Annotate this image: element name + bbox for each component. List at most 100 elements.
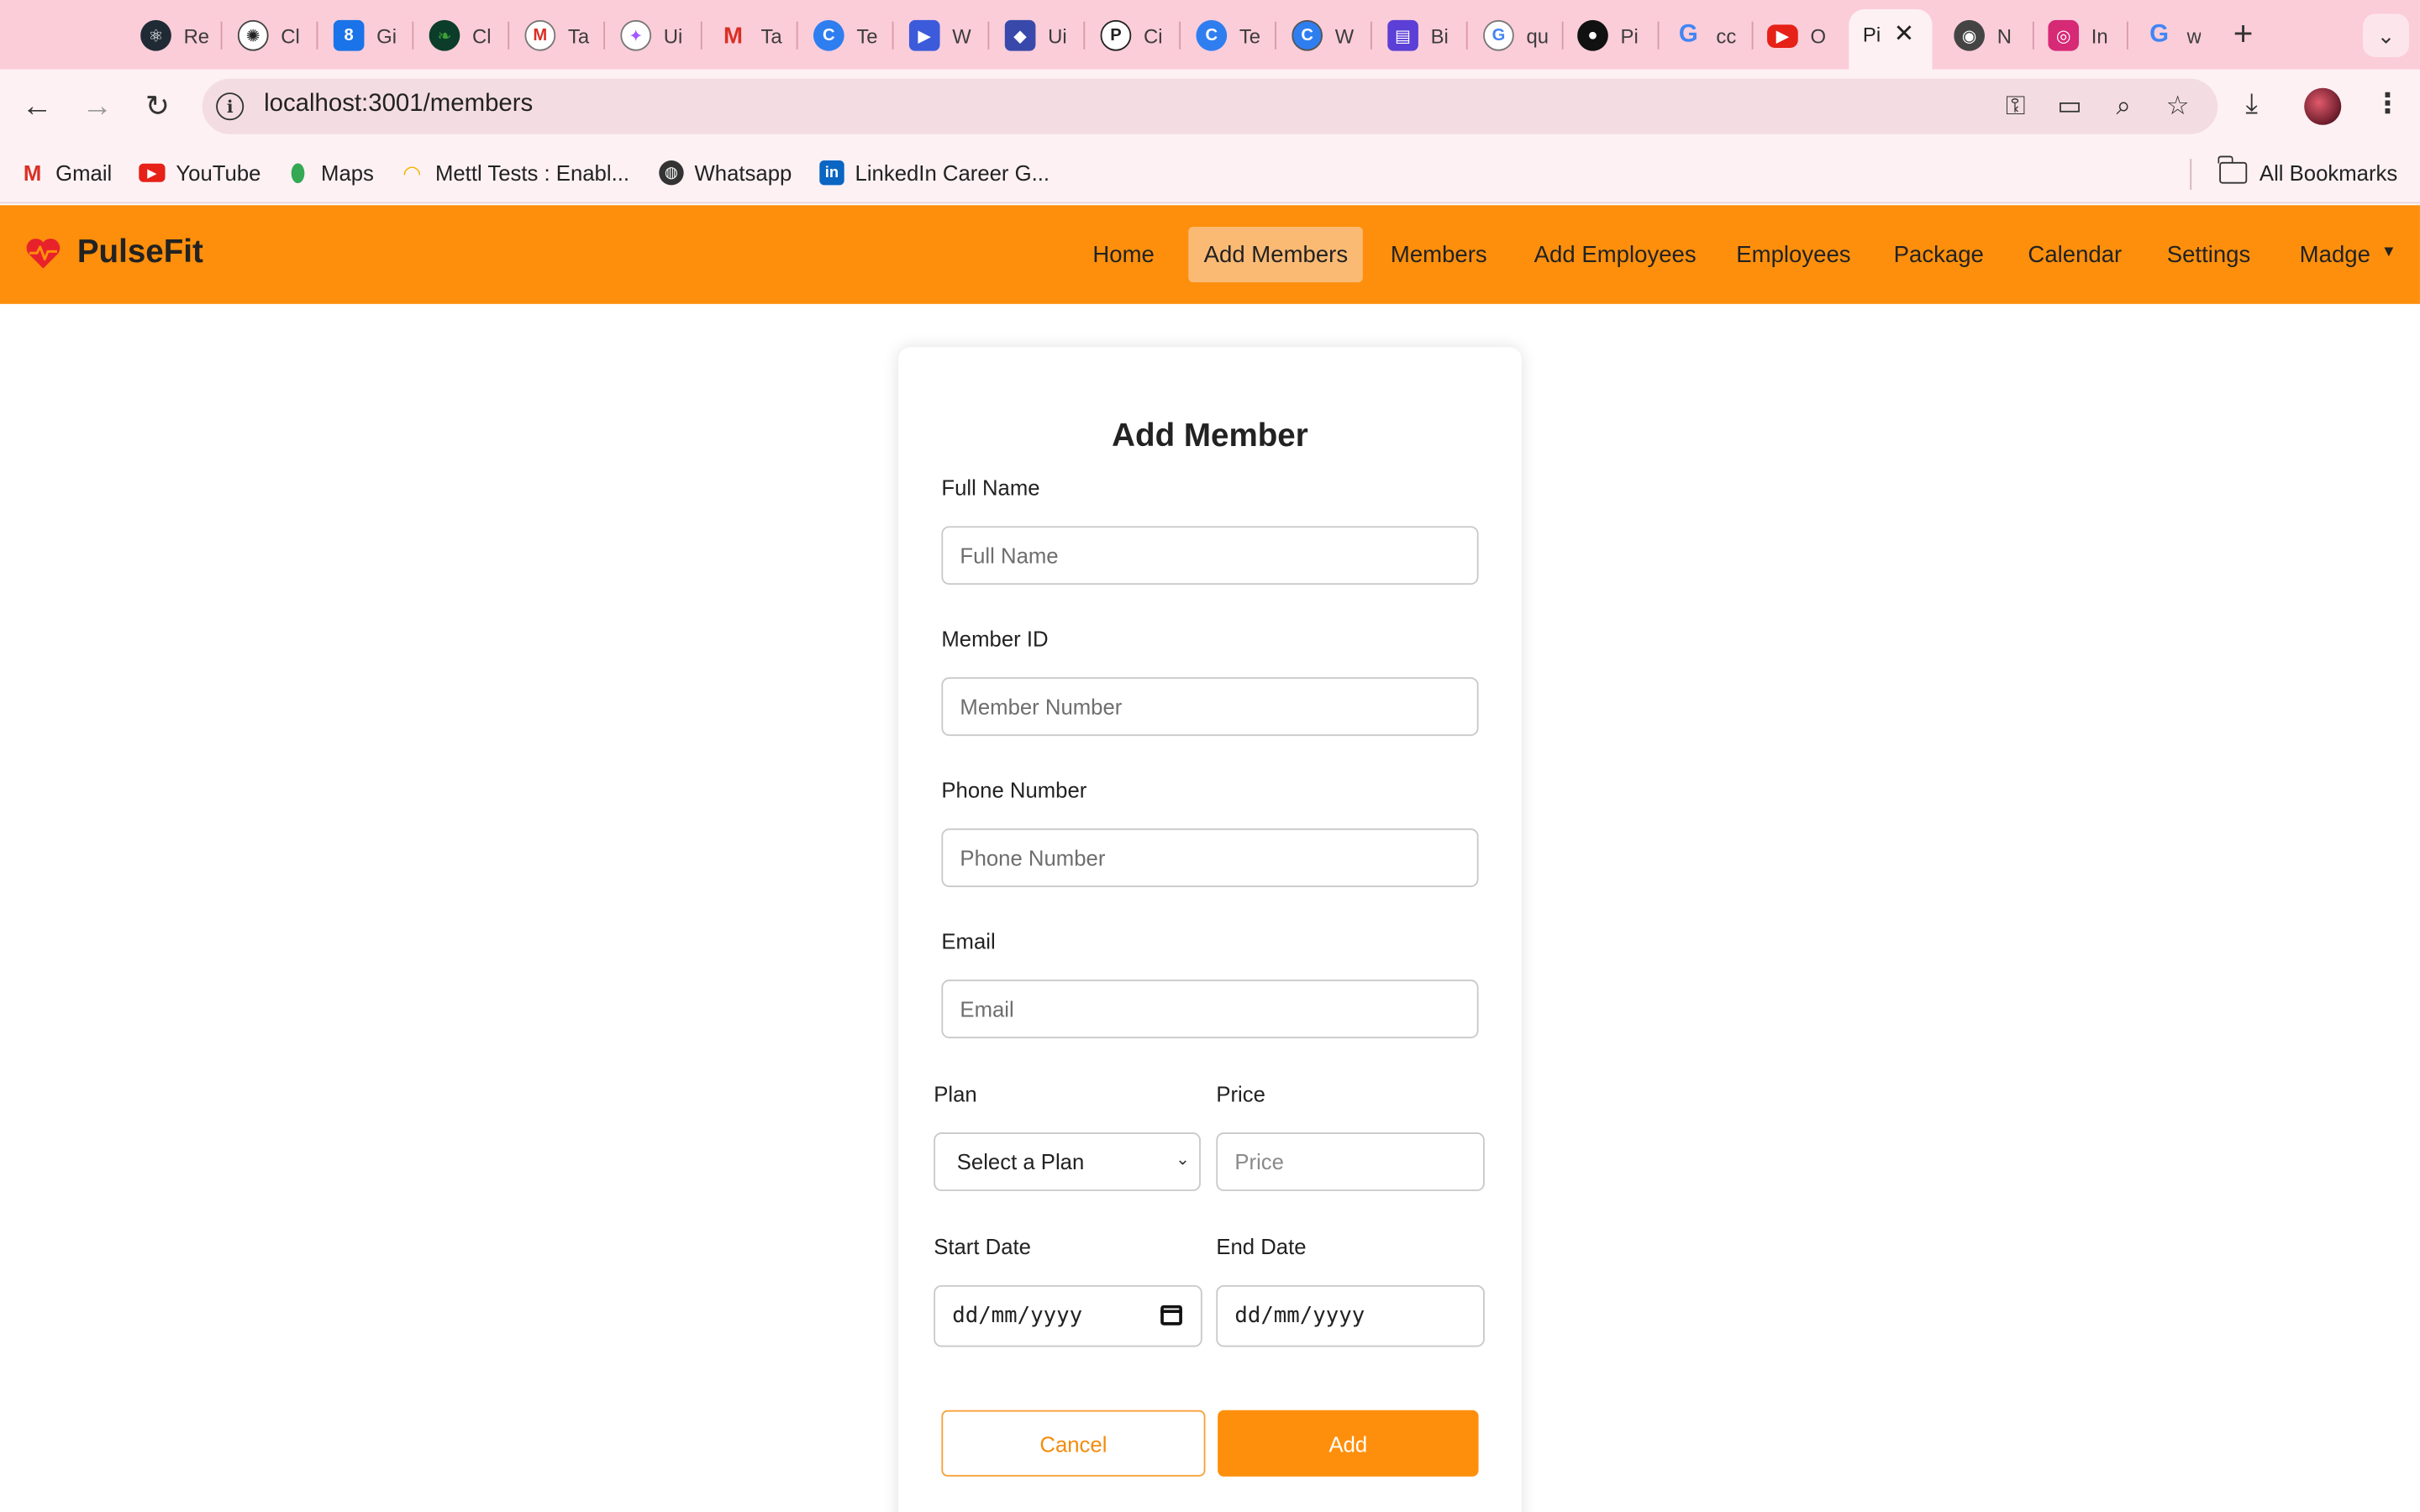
tab[interactable]: ▶ W — [908, 15, 971, 55]
tab[interactable]: M Ta — [718, 15, 782, 55]
tab-title: O — [1810, 24, 1827, 48]
close-tab-icon[interactable]: ✕ — [1894, 18, 1915, 50]
bookmark-gmail[interactable]: M Gmail — [20, 160, 112, 185]
bookmark-whatsapp[interactable]: ◍ Whatsapp — [659, 160, 792, 186]
tab[interactable]: C Te — [813, 15, 878, 55]
tab-strip: ⚛ Re ✺ Cl 8 Gi ❧ Cl M Ta ✦ Ui M Ta C Te ▶ W ◆ Ui P… — [0, 0, 2420, 70]
nav-add-members[interactable]: Add Members — [1188, 226, 1364, 283]
tab[interactable]: ▶ O — [1767, 15, 1826, 55]
tab[interactable]: P Ci — [1100, 15, 1163, 55]
nav-package[interactable]: Package — [1878, 227, 1999, 282]
tab-separator — [796, 21, 798, 50]
nav-add-employees[interactable]: Add Employees — [1518, 227, 1712, 282]
menu-kebab-icon[interactable]: ⋮ — [2374, 88, 2402, 121]
tab[interactable]: Gw — [2144, 15, 2202, 55]
brand-logo[interactable]: PulseFit — [24, 234, 203, 271]
globe-icon: ◍ — [659, 160, 684, 186]
add-button[interactable]: Add — [1218, 1410, 1479, 1477]
github-icon: ● — [1577, 19, 1608, 51]
reload-icon[interactable]: ↻ — [139, 88, 176, 125]
tab-separator — [1370, 21, 1372, 50]
plan-select[interactable]: Select a Plan ⌄ — [934, 1132, 1201, 1191]
tab[interactable]: C Te — [1196, 15, 1260, 55]
bookmarks-divider — [2190, 159, 2192, 190]
member-id-input[interactable]: Member Number — [941, 677, 1479, 737]
price-input[interactable]: Price — [1216, 1132, 1485, 1191]
tab[interactable]: ✦ Ui — [620, 15, 682, 55]
app-icon: ◆ — [1004, 19, 1036, 51]
rainbow-icon: ◠ — [403, 160, 421, 185]
bookmark-label: YouTube — [176, 160, 261, 186]
bookmark-youtube[interactable]: ▶ YouTube — [139, 160, 260, 185]
tab-search-chevron-icon[interactable]: ⌄ — [2362, 13, 2410, 57]
profile-avatar[interactable] — [2304, 87, 2342, 125]
nav-user-dropdown[interactable]: Madge ▼ — [2284, 227, 2412, 282]
tab[interactable]: ⚛ Re — [140, 15, 209, 55]
forward-arrow-icon[interactable]: → — [79, 88, 116, 125]
site-info-icon[interactable]: i — [216, 92, 245, 121]
zoom-icon[interactable]: ⌕ — [2107, 91, 2140, 122]
calendar-8-icon: 8 — [333, 19, 365, 51]
tab-separator — [1657, 21, 1660, 50]
plan-selected-value: Select a Plan — [956, 1149, 1085, 1174]
tab[interactable]: Gcc — [1673, 15, 1736, 55]
tab-title: Cl — [281, 24, 300, 48]
download-icon[interactable]: ⤓ — [2245, 88, 2258, 121]
install-app-icon[interactable]: ▭ — [2053, 91, 2086, 122]
video-icon: ▶ — [908, 19, 940, 51]
start-date-label: Start Date — [934, 1234, 1031, 1259]
new-tab-icon[interactable]: + — [2233, 14, 2254, 52]
end-date-input[interactable]: dd/mm/yyyy — [1216, 1284, 1485, 1347]
nav-members[interactable]: Members — [1375, 227, 1502, 282]
start-date-input[interactable]: dd/mm/yyyy — [934, 1284, 1202, 1347]
tab[interactable]: ● Pi — [1577, 15, 1639, 55]
bookmarks-bar: M Gmail ▶ YouTube ⬮ Maps ◠ Mettl Tests : Ena… — [0, 143, 2420, 204]
tab-title: qu — [1526, 24, 1549, 48]
tab[interactable]: ◉ N — [1954, 15, 2012, 55]
browser-window: ⚛ Re ✺ Cl 8 Gi ❧ Cl M Ta ✦ Ui M Ta C Te ▶ W ◆ Ui P… — [0, 0, 2420, 1512]
tab-separator — [1179, 21, 1181, 50]
tab-title: Pi — [1620, 24, 1639, 48]
bookmark-label: LinkedIn Career G... — [855, 160, 1050, 186]
tab-active-pulsefit[interactable]: Pi ✕ — [1849, 9, 1933, 70]
tab-title: W — [952, 24, 971, 48]
bookmark-linkedin[interactable]: in LinkedIn Career G... — [819, 160, 1050, 186]
all-bookmarks-button[interactable]: All Bookmarks — [2218, 155, 2397, 185]
tab[interactable]: ❧ Cl — [429, 15, 492, 55]
password-key-icon[interactable]: ⚿ — [1999, 91, 2033, 122]
app-navbar: PulseFit Home Add Members Members Add Em… — [0, 205, 2420, 304]
tab[interactable]: ◆ Ui — [1004, 15, 1067, 55]
price-label: Price — [1216, 1081, 1265, 1106]
tab-title: Ci — [1143, 24, 1163, 48]
tab-separator — [1083, 21, 1086, 50]
nav-calendar[interactable]: Calendar — [2012, 227, 2138, 282]
address-bar[interactable]: i localhost:3001/members ⚿ ▭ ⌕ ☆ — [202, 78, 2218, 134]
calendar-icon[interactable] — [1160, 1305, 1182, 1326]
chatgpt-icon: P — [1100, 19, 1132, 51]
tab[interactable]: ✺ Cl — [237, 15, 300, 55]
back-arrow-icon[interactable]: ← — [18, 88, 55, 125]
bookmark-mettl[interactable]: ◠ Mettl Tests : Enabl... — [400, 160, 629, 185]
bookmark-star-icon[interactable]: ☆ — [2160, 91, 2194, 122]
tab[interactable]: CW — [1292, 15, 1354, 55]
tab[interactable]: Gqu — [1483, 15, 1549, 55]
cancel-button[interactable]: Cancel — [941, 1410, 1206, 1477]
full-name-input[interactable]: Full Name — [941, 526, 1479, 585]
phone-input[interactable]: Phone Number — [941, 828, 1479, 888]
bookmark-label: Mettl Tests : Enabl... — [434, 160, 630, 186]
nav-settings[interactable]: Settings — [2151, 227, 2265, 282]
chevron-down-icon: ▼ — [2381, 243, 2396, 260]
tab[interactable]: ◎ In — [2048, 15, 2108, 55]
tab[interactable]: M Ta — [524, 15, 589, 55]
google-icon: G — [1483, 19, 1514, 51]
tab[interactable]: ▤ Bi — [1387, 15, 1449, 55]
email-input[interactable]: Email — [941, 979, 1479, 1039]
form-title: Add Member — [1112, 417, 1308, 454]
mongodb-leaf-icon: ❧ — [429, 19, 460, 51]
bookmark-maps[interactable]: ⬮ Maps — [286, 160, 374, 186]
nav-home[interactable]: Home — [1077, 227, 1170, 282]
google-icon: G — [1678, 21, 1698, 48]
tab[interactable]: 8 Gi — [333, 15, 397, 55]
url-text[interactable]: localhost:3001/members — [264, 91, 533, 118]
nav-employees[interactable]: Employees — [1721, 227, 1866, 282]
